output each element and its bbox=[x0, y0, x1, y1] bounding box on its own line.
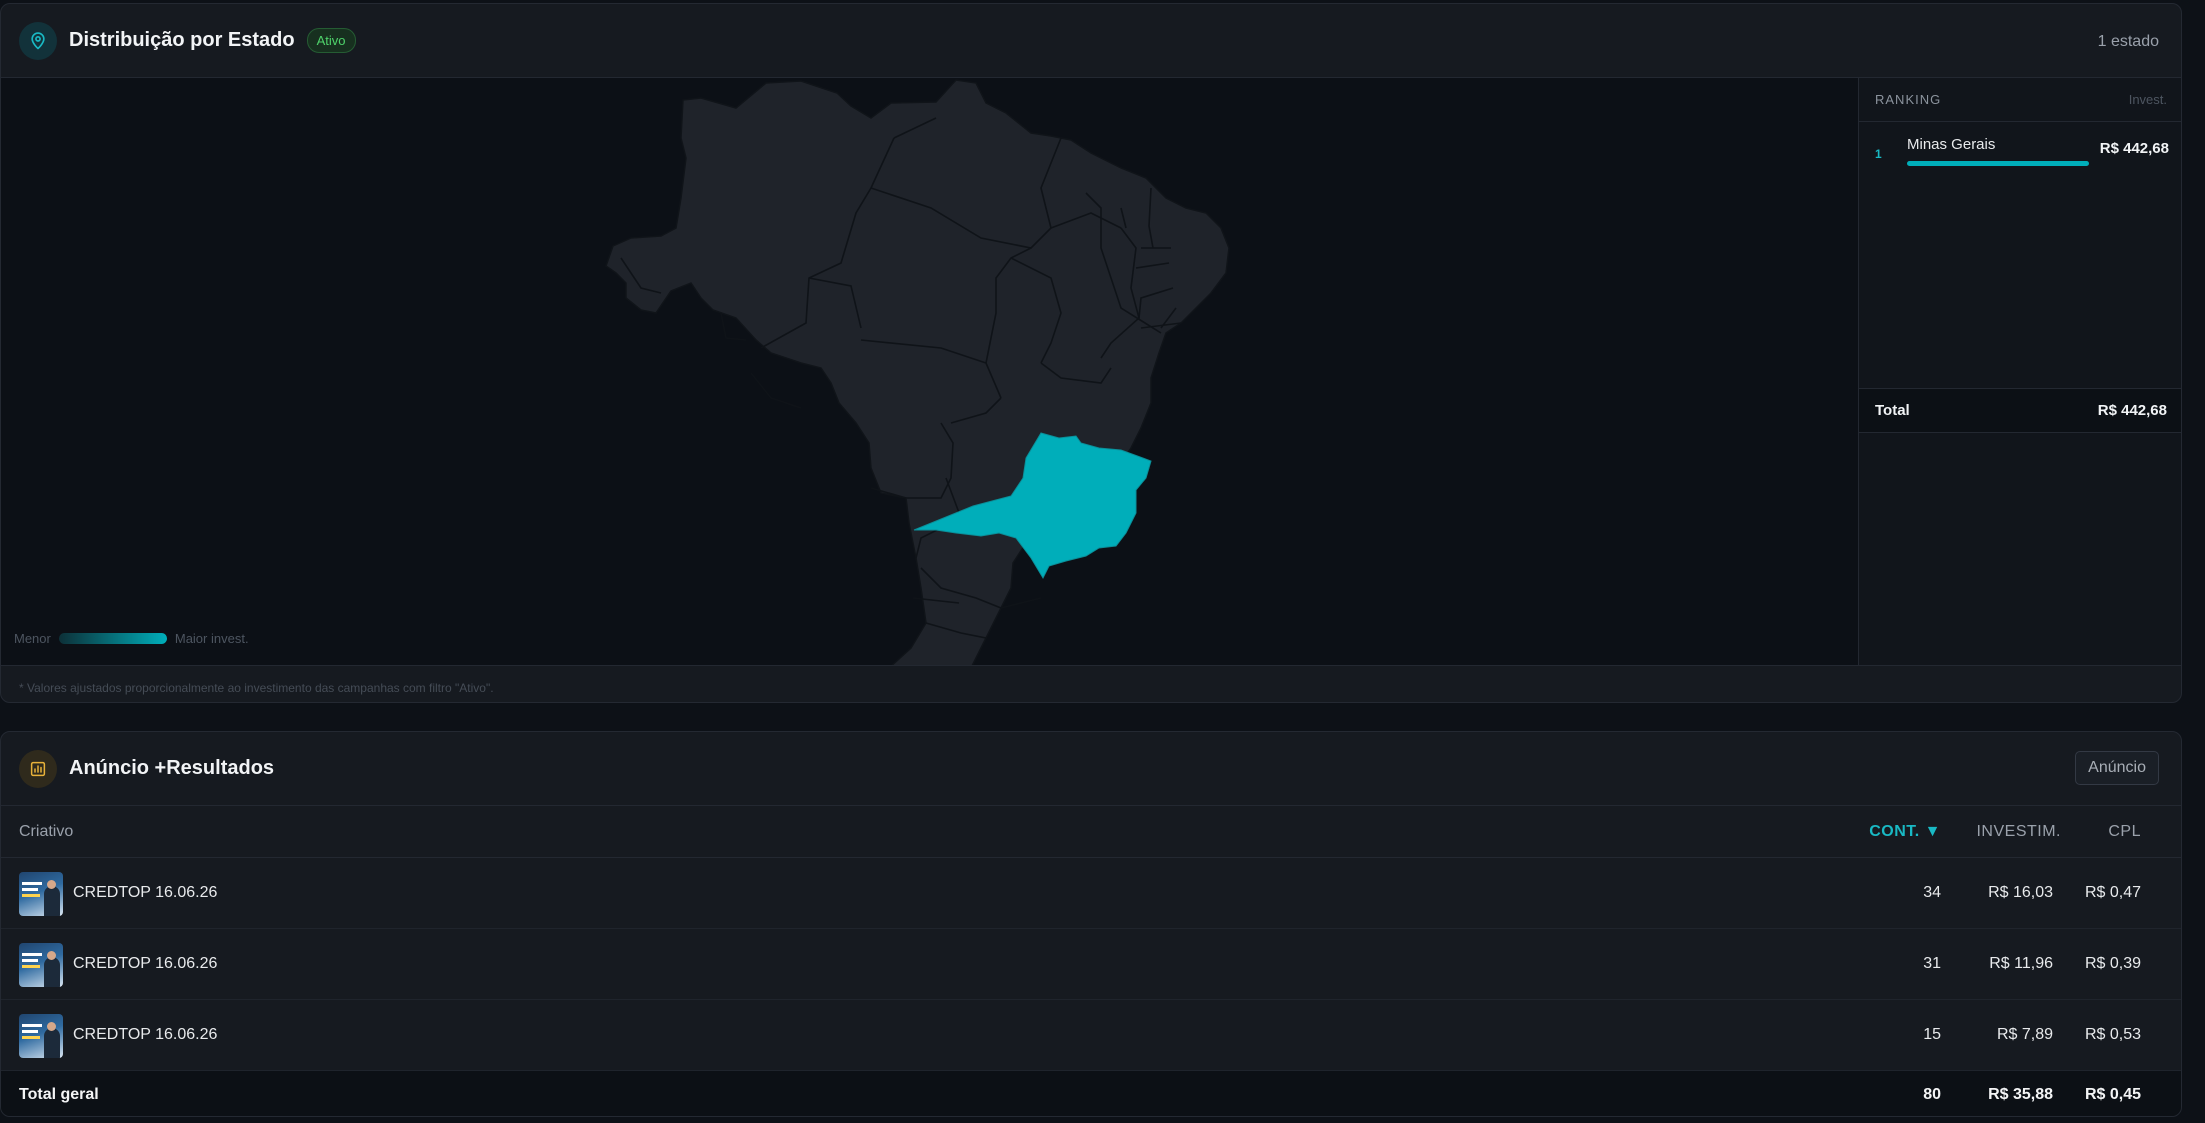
table-row[interactable]: CREDTOP 16.06.26 15 R$ 7,89 R$ 0,53 bbox=[1, 1000, 2181, 1071]
ad-thumbnail bbox=[19, 943, 63, 987]
ad-cpl: R$ 0,53 bbox=[2084, 1026, 2141, 1043]
column-cont-sorted[interactable]: CONT. ▼ bbox=[1869, 823, 1941, 841]
ad-cpl: R$ 0,39 bbox=[2084, 955, 2141, 972]
ad-investment: R$ 7,89 bbox=[1996, 1026, 2053, 1043]
brazil-outline bbox=[605, 79, 1230, 665]
panel-title: Distribuição por Estado bbox=[69, 29, 295, 51]
ranking-total-label: Total bbox=[1875, 402, 1910, 419]
ranking-sidebar: RANKING Invest. 1 Minas Gerais R$ 442,68… bbox=[1858, 78, 2181, 665]
map-pin-icon bbox=[19, 21, 57, 60]
ad-thumbnail bbox=[19, 872, 63, 916]
map-footnote: * Valores ajustados proporcionalmente ao… bbox=[1, 665, 2181, 702]
ad-cont: 31 bbox=[1923, 955, 1941, 972]
ad-cont: 15 bbox=[1923, 1026, 1941, 1043]
column-cpl[interactable]: CPL bbox=[2108, 823, 2141, 841]
total-cpl: R$ 0,45 bbox=[2084, 1086, 2141, 1103]
state-distribution-panel: Distribuição por Estado Ativo 1 estado M… bbox=[0, 3, 2182, 703]
ranking-share-bar bbox=[1907, 161, 2089, 166]
legend-max-label: Maior invest. bbox=[174, 631, 249, 646]
group-by-ad-button[interactable]: Anúncio bbox=[2075, 751, 2159, 785]
ad-name: CREDTOP 16.06.26 bbox=[73, 955, 218, 972]
total-label: Total geral bbox=[19, 1086, 99, 1103]
map-legend: Menor Maior invest. bbox=[14, 631, 249, 646]
ad-name: CREDTOP 16.06.26 bbox=[73, 884, 218, 901]
ad-investment: R$ 16,03 bbox=[1988, 884, 2053, 901]
total-investment: R$ 35,88 bbox=[1988, 1086, 2053, 1103]
ranking-column-label: Invest. bbox=[2128, 92, 2167, 107]
column-creative[interactable]: Criativo bbox=[19, 823, 73, 841]
ads-results-header: Anúncio +Resultados Anúncio bbox=[1, 732, 2181, 806]
ad-thumbnail bbox=[19, 1014, 63, 1058]
ranking-total-row: Total R$ 442,68 bbox=[1859, 388, 2181, 433]
ranking-item[interactable]: 1 Minas Gerais R$ 442,68 bbox=[1859, 122, 2181, 182]
ranking-header: RANKING Invest. bbox=[1859, 78, 2181, 122]
table-header: Criativo CONT. ▼ INVESTIM. CPL bbox=[1, 806, 2181, 858]
state-count: 1 estado bbox=[2097, 33, 2159, 50]
table-total-row: Total geral 80 R$ 35,88 R$ 0,45 bbox=[1, 1071, 2181, 1116]
ad-cpl: R$ 0,47 bbox=[2084, 884, 2141, 901]
column-investment[interactable]: INVESTIM. bbox=[1976, 823, 2061, 841]
ranking-state-name: Minas Gerais bbox=[1907, 136, 1996, 153]
state-distribution-header: Distribuição por Estado Ativo 1 estado bbox=[1, 4, 2181, 78]
total-cont: 80 bbox=[1923, 1086, 1941, 1103]
ranking-state-value: R$ 442,68 bbox=[2099, 140, 2169, 157]
status-badge: Ativo bbox=[306, 28, 356, 53]
ad-cont: 34 bbox=[1923, 884, 1941, 901]
legend-min-label: Menor bbox=[14, 631, 51, 646]
panel-title: Anúncio +Resultados bbox=[69, 757, 275, 779]
ranking-total-value: R$ 442,68 bbox=[2097, 402, 2167, 419]
brazil-map[interactable]: Menor Maior invest. bbox=[1, 78, 1858, 665]
table-row[interactable]: CREDTOP 16.06.26 31 R$ 11,96 R$ 0,39 bbox=[1, 929, 2181, 1000]
bar-chart-icon bbox=[19, 749, 57, 788]
ad-investment: R$ 11,96 bbox=[1989, 955, 2053, 972]
ad-name: CREDTOP 16.06.26 bbox=[73, 1026, 218, 1043]
brazil-map-svg[interactable] bbox=[1, 78, 1858, 665]
ranking-position: 1 bbox=[1875, 147, 1882, 161]
ranking-title: RANKING bbox=[1875, 92, 1942, 107]
table-row[interactable]: CREDTOP 16.06.26 34 R$ 16,03 R$ 0,47 bbox=[1, 858, 2181, 929]
legend-gradient-bar bbox=[58, 633, 167, 644]
ads-results-panel: Anúncio +Resultados Anúncio Criativo CON… bbox=[0, 731, 2182, 1117]
